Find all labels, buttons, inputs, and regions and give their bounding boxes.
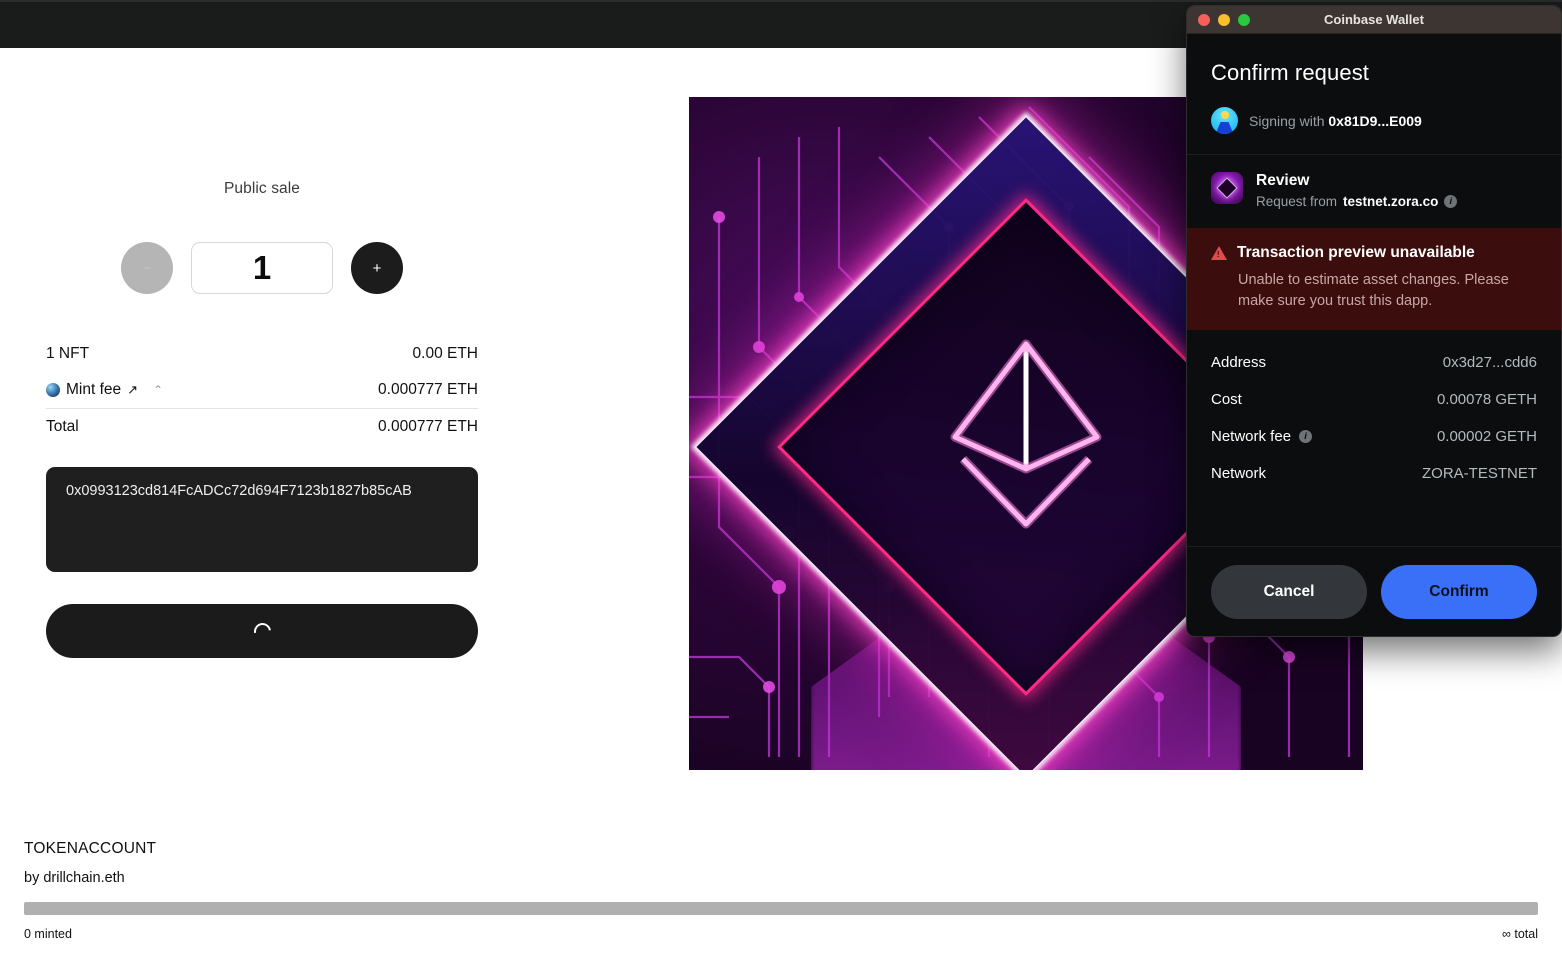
price-row-nft: 1 NFT 0.00 ETH (46, 336, 478, 372)
signing-with-text: Signing with 0x81D9...E009 (1249, 113, 1422, 129)
info-icon[interactable]: i (1444, 195, 1458, 208)
increment-quantity-button[interactable]: + (351, 242, 403, 294)
total-value: 0.000777 ETH (378, 418, 478, 435)
detail-key-cost: Cost (1211, 391, 1242, 409)
request-domain: testnet.zora.co (1343, 194, 1439, 209)
decrement-quantity-button[interactable]: − (121, 242, 173, 294)
warning-title: Transaction preview unavailable (1237, 244, 1475, 261)
detail-row-network: Network ZORA-TESTNET (1211, 455, 1537, 492)
dapp-diamond-icon (1216, 177, 1238, 199)
detail-key-network: Network (1211, 465, 1267, 483)
transaction-details: Address 0x3d27...cdd6 Cost 0.00078 GETH … (1187, 330, 1561, 496)
detail-row-network-fee: Network fee i 0.00002 GETH (1211, 418, 1537, 455)
signing-address: 0x81D9...E009 (1328, 112, 1422, 129)
external-link-icon[interactable]: ↗ (127, 382, 138, 398)
warning-body: Unable to estimate asset changes. Please… (1238, 272, 1509, 310)
mint-button[interactable] (46, 604, 478, 658)
detail-key-address: Address (1211, 354, 1267, 372)
total-label: Total (46, 418, 79, 435)
chevron-up-icon[interactable]: ⌃ (153, 383, 163, 397)
ethereum-logo-icon (950, 339, 1102, 528)
window-controls (1198, 13, 1250, 26)
dapp-icon (1211, 172, 1243, 204)
collection-creator: by drillchain.eth (24, 870, 125, 886)
detail-value-network-fee: 0.00002 GETH (1436, 428, 1537, 446)
app-root: Public sale − 1 + 1 NFT 0.00 ETH Mint fe… (0, 0, 1562, 971)
wallet-actions: Cancel Confirm (1187, 546, 1561, 636)
mint-fee-label: Mint fee (66, 381, 122, 398)
detail-row-address: Address 0x3d27...cdd6 (1211, 344, 1537, 381)
collection-footer: TOKENACCOUNT by drillchain.eth 0 minted … (24, 840, 1538, 941)
wallet-heading: Confirm request (1211, 60, 1370, 85)
public-sale-label: Public sale (223, 180, 301, 197)
detail-row-cost: Cost 0.00078 GETH (1211, 381, 1537, 418)
mint-progress-meta: 0 minted ∞ total (24, 927, 1538, 941)
mint-progress-bar (24, 902, 1538, 915)
close-window-icon[interactable] (1198, 13, 1210, 26)
quantity-stepper: − 1 + (46, 242, 478, 294)
review-subtitle: Request from testnet.zora.co i (1256, 194, 1458, 209)
mint-panel: Public sale − 1 + 1 NFT 0.00 ETH Mint fe… (46, 180, 478, 658)
signing-account-row: Signing with 0x81D9...E009 (1187, 86, 1561, 155)
recipient-address-field[interactable]: 0x0993123cd814FcADCc72d694F7123b1827b85c… (46, 467, 478, 572)
review-title: Review (1256, 172, 1310, 189)
warning-header: Transaction preview unavailable (1211, 244, 1537, 262)
signing-prefix: Signing with (1249, 112, 1329, 129)
total-supply: ∞ total (1501, 927, 1538, 941)
warning-triangle-icon (1211, 246, 1227, 260)
coinbase-wallet-dialog: Coinbase Wallet Confirm request Signing … (1186, 5, 1562, 637)
collection-title: TOKENACCOUNT (24, 840, 157, 857)
wallet-body: Confirm request Signing with 0x81D9...E0… (1187, 34, 1561, 497)
detail-value-network: ZORA-TESTNET (1422, 465, 1537, 483)
detail-key-network-fee-label: Network fee (1211, 428, 1292, 446)
nft-price-value: 0.00 ETH (412, 345, 478, 362)
price-row-mint-fee[interactable]: Mint fee ↗ ⌃ 0.000777 ETH (46, 372, 478, 408)
detail-value-address: 0x3d27...cdd6 (1442, 354, 1537, 372)
cancel-button[interactable]: Cancel (1211, 564, 1367, 619)
mint-fee-value: 0.000777 ETH (378, 381, 478, 398)
network-fee-info-icon[interactable]: i (1299, 430, 1313, 444)
confirm-button[interactable]: Confirm (1381, 564, 1537, 619)
minted-count: 0 minted (24, 927, 72, 941)
warning-banner: Transaction preview unavailable Unable t… (1187, 228, 1561, 331)
maximize-window-icon[interactable] (1238, 13, 1250, 26)
review-section: Review Request from testnet.zora.co i (1187, 155, 1561, 228)
nft-count-label: 1 NFT (46, 345, 90, 362)
detail-value-cost: 0.00078 GETH (1436, 391, 1537, 409)
wallet-titlebar: Coinbase Wallet (1187, 6, 1561, 34)
price-breakdown: 1 NFT 0.00 ETH Mint fee ↗ ⌃ 0.000777 ETH… (46, 336, 478, 445)
globe-icon (46, 383, 60, 397)
detail-key-network-fee: Network fee i (1211, 428, 1313, 446)
request-from-prefix: Request from (1256, 194, 1338, 209)
account-avatar-icon (1211, 107, 1238, 134)
quantity-input[interactable]: 1 (191, 242, 333, 294)
minimize-window-icon[interactable] (1218, 13, 1230, 26)
price-row-total: Total 0.000777 ETH (46, 408, 478, 445)
loading-spinner-icon (250, 619, 274, 643)
